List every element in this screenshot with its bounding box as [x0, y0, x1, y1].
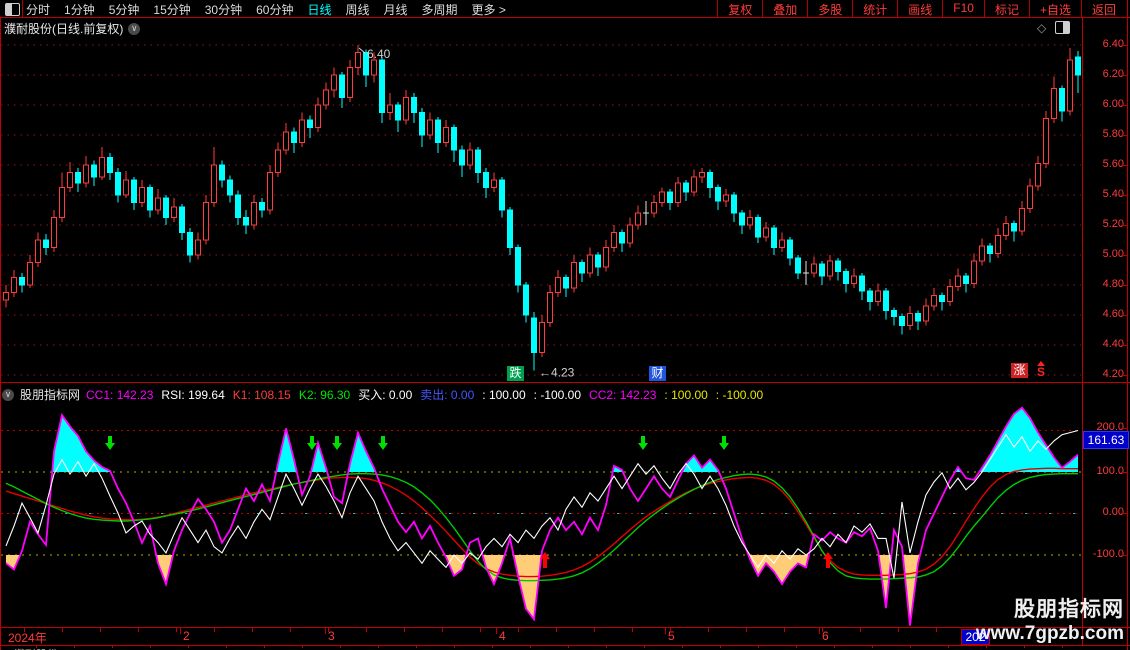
month-label: 4 [499, 629, 506, 643]
svg-text:6.40: 6.40 [367, 47, 391, 61]
split-pane-icon[interactable] [1055, 21, 1071, 34]
action-button-8[interactable]: 返回 [1080, 0, 1126, 17]
left-frame-line [0, 17, 1, 650]
event-marker-0[interactable]: 跌 [507, 366, 524, 381]
indicator-tick-label: -100.0 [1092, 548, 1124, 560]
s-label: S [1037, 365, 1046, 379]
clipped-next-pane-text: 濮耐股份 [14, 646, 58, 650]
top-toolbar: 分时 1分钟 5分钟 15分钟 30分钟 60分钟 日线 周线 月线 多周期 更多 > 复权 叠加 多股… [0, 0, 1130, 17]
toolbar-divider [22, 0, 23, 17]
period-tab-3[interactable]: 15分钟 [153, 1, 190, 18]
price-tick-label: 4.40 [1102, 338, 1124, 350]
month-label: 3 [328, 629, 335, 643]
period-tab-5[interactable]: 60分钟 [256, 1, 293, 18]
chart-corner-icons: ◇ [1037, 21, 1071, 35]
price-tick-label: 5.20 [1102, 218, 1124, 230]
date-axis-bottomline [0, 645, 1130, 646]
price-tick-label: 5.60 [1102, 158, 1124, 170]
watermark-site-name: 股朋指标网 [1014, 598, 1124, 621]
month-label: 2 [183, 629, 190, 643]
period-tab-8[interactable]: 月线 [384, 1, 408, 18]
year-label: 2024年 [8, 631, 47, 645]
indicator-tick-label: 100.0 [1096, 465, 1124, 477]
watermark: 股朋指标网 www.7gpzb.com [976, 593, 1124, 645]
action-button-0[interactable]: 复权 [717, 0, 762, 17]
svg-text:←4.23: ←4.23 [539, 366, 575, 380]
event-marker-2[interactable]: 涨 [1011, 363, 1028, 378]
right-frame-line [1127, 0, 1128, 650]
indicator-field-2: K1: 108.15 [232, 388, 291, 402]
indicator-name[interactable]: 股朋指标网 [20, 386, 80, 403]
indicator-field-3: K2: 96.30 [298, 388, 351, 402]
period-tab-7[interactable]: 周线 [345, 1, 369, 18]
action-button-5[interactable]: F10 [942, 0, 984, 17]
action-button-4[interactable]: 画线 [897, 0, 942, 17]
indicator-values: CC1: 142.23 RSI: 199.64 K1: 108.15 K2: 96.3… [86, 386, 771, 403]
indicator-field-1: RSI: 199.64 [161, 388, 225, 402]
indicator-header: ∨ 股朋指标网 CC1: 142.23 RSI: 199.64 K1: 108.15… [2, 386, 771, 403]
axis-frame-line [1082, 17, 1083, 645]
price-tick-label: 6.40 [1102, 38, 1124, 50]
period-tab-10[interactable]: 更多 > [472, 1, 506, 18]
indicator-field-4: 买入: 0.00 [358, 388, 413, 402]
period-tab-1[interactable]: 1分钟 [64, 1, 95, 18]
price-tick-label: 5.40 [1102, 188, 1124, 200]
action-button-6[interactable]: 标记 [983, 0, 1029, 17]
candlestick-chart[interactable]: 6.40 ←4.23 [0, 17, 1082, 382]
period-tab-0[interactable]: 分时 [26, 1, 50, 18]
indicator-tick-label: 0.00 [1102, 506, 1124, 518]
current-value-badge: 161.63 [1083, 431, 1129, 449]
date-axis: 2024年 2 3 4 5 6 [0, 628, 1082, 648]
price-tick-label: 5.80 [1102, 128, 1124, 140]
price-tick-label: 6.20 [1102, 68, 1124, 80]
action-button-1[interactable]: 叠加 [762, 0, 807, 17]
action-button-7[interactable]: +自选 [1028, 0, 1081, 17]
period-tab-2[interactable]: 5分钟 [109, 1, 140, 18]
chart-title-row: 濮耐股份(日线.前复权) ∨ [4, 20, 141, 37]
indicator-field-9: : 100.00 [664, 388, 708, 402]
app-window: 分时 1分钟 5分钟 15分钟 30分钟 60分钟 日线 周线 月线 多周期 更多 > 复权 叠加 多股… [0, 0, 1130, 650]
indicator-field-8: CC2: 142.23 [589, 388, 657, 402]
event-marker-1[interactable]: 财 [649, 366, 666, 381]
action-button-2[interactable]: 多股 [807, 0, 852, 17]
indicator-field-6: : 100.00 [482, 388, 526, 402]
page-title: 濮耐股份(日线.前复权) [4, 22, 124, 36]
layout-toggle-icon[interactable] [5, 3, 20, 16]
indicator-field-5: 卖出: 0.00 [420, 388, 475, 402]
indicator-field-0: CC1: 142.23 [86, 388, 154, 402]
indicator-field-10: : -100.00 [715, 388, 764, 402]
month-label: 6 [822, 629, 829, 643]
indicator-field-7: : -100.00 [533, 388, 582, 402]
price-tick-label: 4.20 [1102, 368, 1124, 380]
month-label: 5 [668, 629, 675, 643]
watermark-url: www.7gpzb.com [975, 623, 1124, 644]
period-tab-6[interactable]: 日线 [307, 1, 331, 18]
price-tick-label: 5.00 [1102, 248, 1124, 260]
pane-separator [0, 382, 1130, 383]
price-tick-label: 4.60 [1102, 308, 1124, 320]
period-tab-9[interactable]: 多周期 [422, 1, 458, 18]
price-tick-label: 4.80 [1102, 278, 1124, 290]
diamond-icon[interactable]: ◇ [1037, 21, 1046, 35]
indicator-chart[interactable] [0, 403, 1082, 626]
price-tick-label: 6.00 [1102, 98, 1124, 110]
action-toolbar: 复权 叠加 多股 统计 画线 F10 标记 +自选 返回 [717, 0, 1126, 17]
chevron-down-icon[interactable]: ∨ [2, 388, 14, 401]
sell-signal-marker[interactable]: S [1037, 361, 1046, 379]
action-button-3[interactable]: 统计 [852, 0, 897, 17]
period-toolbar: 分时 1分钟 5分钟 15分钟 30分钟 60分钟 日线 周线 月线 多周期 更多 > [26, 1, 506, 18]
chevron-down-icon[interactable]: ∨ [128, 22, 141, 35]
period-tab-4[interactable]: 30分钟 [205, 1, 242, 18]
